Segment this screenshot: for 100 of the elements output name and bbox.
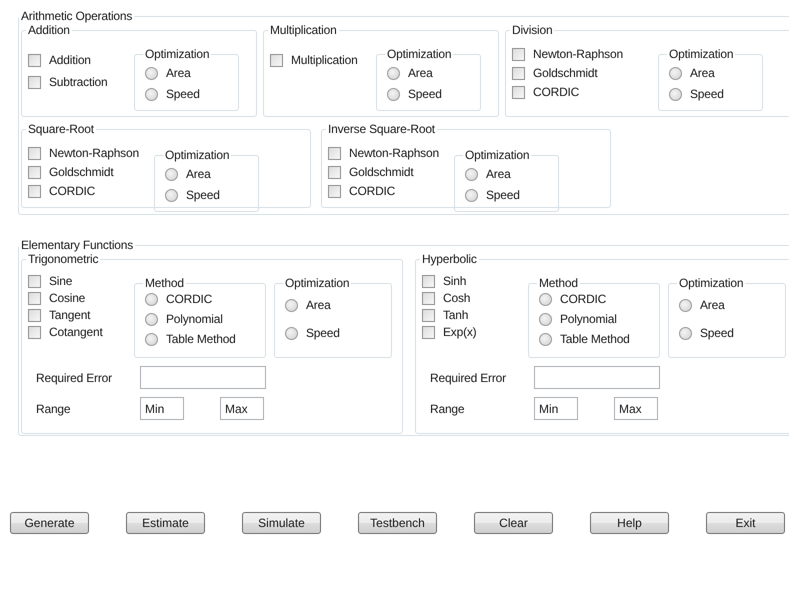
checkbox-label[interactable]: Subtraction (49, 75, 108, 89)
checkbox[interactable] (422, 292, 435, 304)
radio-label[interactable]: Area (166, 66, 191, 80)
radio-label[interactable]: Area (486, 167, 511, 181)
checkbox[interactable] (28, 184, 41, 198)
checkbox-label[interactable]: Sinh (443, 274, 466, 288)
group-title: Inverse Square-Root (327, 122, 436, 136)
radio-label[interactable]: Area (306, 298, 331, 312)
checkbox[interactable] (28, 76, 41, 88)
radio-button[interactable] (669, 66, 682, 80)
checkbox-label[interactable]: CORDIC (533, 85, 580, 99)
checkbox[interactable] (328, 166, 341, 178)
checkbox[interactable] (422, 308, 435, 322)
checkbox-label[interactable]: Tangent (49, 308, 90, 322)
radio-button[interactable] (145, 312, 158, 326)
radio-button[interactable] (145, 292, 158, 306)
radio-label[interactable]: Area (186, 167, 211, 181)
action-button[interactable]: Clear (474, 512, 553, 534)
radio-button[interactable] (679, 298, 692, 312)
checkbox-label[interactable]: Goldschmidt (349, 165, 414, 179)
input-field[interactable] (140, 366, 266, 389)
checkbox[interactable] (28, 308, 41, 322)
input-field[interactable]: Max (220, 397, 264, 420)
radio-label[interactable]: Speed (166, 87, 200, 101)
checkbox-label[interactable]: CORDIC (49, 184, 96, 198)
radio-label[interactable]: Polynomial (166, 312, 223, 326)
radio-label[interactable]: Speed (408, 87, 442, 101)
radio-label[interactable]: Area (700, 298, 725, 312)
field-label: Range (36, 402, 72, 416)
checkbox[interactable] (28, 54, 41, 66)
radio-button[interactable] (539, 292, 552, 306)
checkbox-label[interactable]: Cotangent (49, 325, 103, 339)
checkbox-label[interactable]: Addition (49, 53, 91, 67)
checkbox[interactable] (328, 146, 341, 160)
checkbox[interactable] (512, 48, 525, 60)
action-button[interactable]: Generate (10, 512, 89, 534)
radio-button[interactable] (165, 188, 178, 202)
checkbox[interactable] (28, 274, 41, 288)
action-button[interactable]: Help (590, 512, 669, 534)
action-button[interactable]: Testbench (358, 512, 437, 534)
checkbox-label[interactable]: Newton-Raphson (349, 146, 439, 160)
checkbox[interactable] (512, 86, 525, 98)
checkbox-label[interactable]: Sine (49, 274, 72, 288)
checkbox[interactable] (328, 184, 341, 198)
checkbox-label[interactable]: Cosine (49, 291, 86, 305)
radio-label[interactable]: Table Method (560, 332, 630, 346)
radio-button[interactable] (679, 326, 692, 340)
radio-label[interactable]: Speed (486, 188, 520, 202)
field-label: Range (430, 402, 466, 416)
radio-label[interactable]: Polynomial (560, 312, 617, 326)
radio-label[interactable]: Area (690, 66, 715, 80)
radio-button[interactable] (387, 66, 400, 80)
radio-button[interactable] (465, 188, 478, 202)
checkbox[interactable] (28, 326, 41, 338)
radio-label[interactable]: CORDIC (560, 292, 606, 306)
radio-button[interactable] (387, 88, 400, 100)
checkbox-label[interactable]: Goldschmidt (49, 165, 114, 179)
checkbox-label[interactable]: Cosh (443, 291, 470, 305)
radio-label[interactable]: Speed (700, 326, 734, 340)
input-field[interactable]: Min (534, 397, 578, 420)
checkbox-label[interactable]: Tanh (443, 308, 468, 322)
checkbox[interactable] (28, 166, 41, 178)
checkbox[interactable] (28, 292, 41, 304)
radio-label[interactable]: Table Method (166, 332, 236, 346)
radio-button[interactable] (539, 332, 552, 346)
group-title: Method (538, 276, 579, 290)
radio-button[interactable] (285, 326, 298, 340)
checkbox[interactable] (270, 54, 283, 66)
radio-label[interactable]: Area (408, 66, 433, 80)
group-title: Square-Root (27, 122, 95, 136)
checkbox-label[interactable]: Newton-Raphson (49, 146, 139, 160)
input-field[interactable]: Max (614, 397, 658, 420)
radio-label[interactable]: Speed (306, 326, 340, 340)
radio-label[interactable]: Speed (690, 87, 724, 101)
checkbox[interactable] (422, 274, 435, 288)
checkbox-label[interactable]: CORDIC (349, 184, 396, 198)
radio-button[interactable] (145, 66, 158, 80)
checkbox-label[interactable]: Newton-Raphson (533, 47, 623, 61)
checkbox-label[interactable]: Multiplication (291, 53, 358, 67)
group-title: Optimization (164, 148, 230, 162)
radio-button[interactable] (145, 332, 158, 346)
radio-button[interactable] (669, 88, 682, 100)
radio-button[interactable] (539, 312, 552, 326)
radio-button[interactable] (145, 88, 158, 100)
radio-button[interactable] (465, 168, 478, 180)
checkbox[interactable] (422, 326, 435, 338)
checkbox[interactable] (28, 146, 41, 160)
panel-title: Elementary Functions (20, 238, 134, 252)
action-button[interactable]: Exit (706, 512, 785, 534)
input-field[interactable]: Min (140, 397, 184, 420)
radio-button[interactable] (165, 168, 178, 180)
checkbox-label[interactable]: Exp(x) (443, 325, 476, 339)
checkbox-label[interactable]: Goldschmidt (533, 66, 598, 80)
radio-button[interactable] (285, 298, 298, 312)
input-field[interactable] (534, 366, 660, 389)
radio-label[interactable]: Speed (186, 188, 220, 202)
action-button[interactable]: Estimate (126, 512, 205, 534)
action-button[interactable]: Simulate (242, 512, 321, 534)
checkbox[interactable] (512, 66, 525, 80)
radio-label[interactable]: CORDIC (166, 292, 212, 306)
